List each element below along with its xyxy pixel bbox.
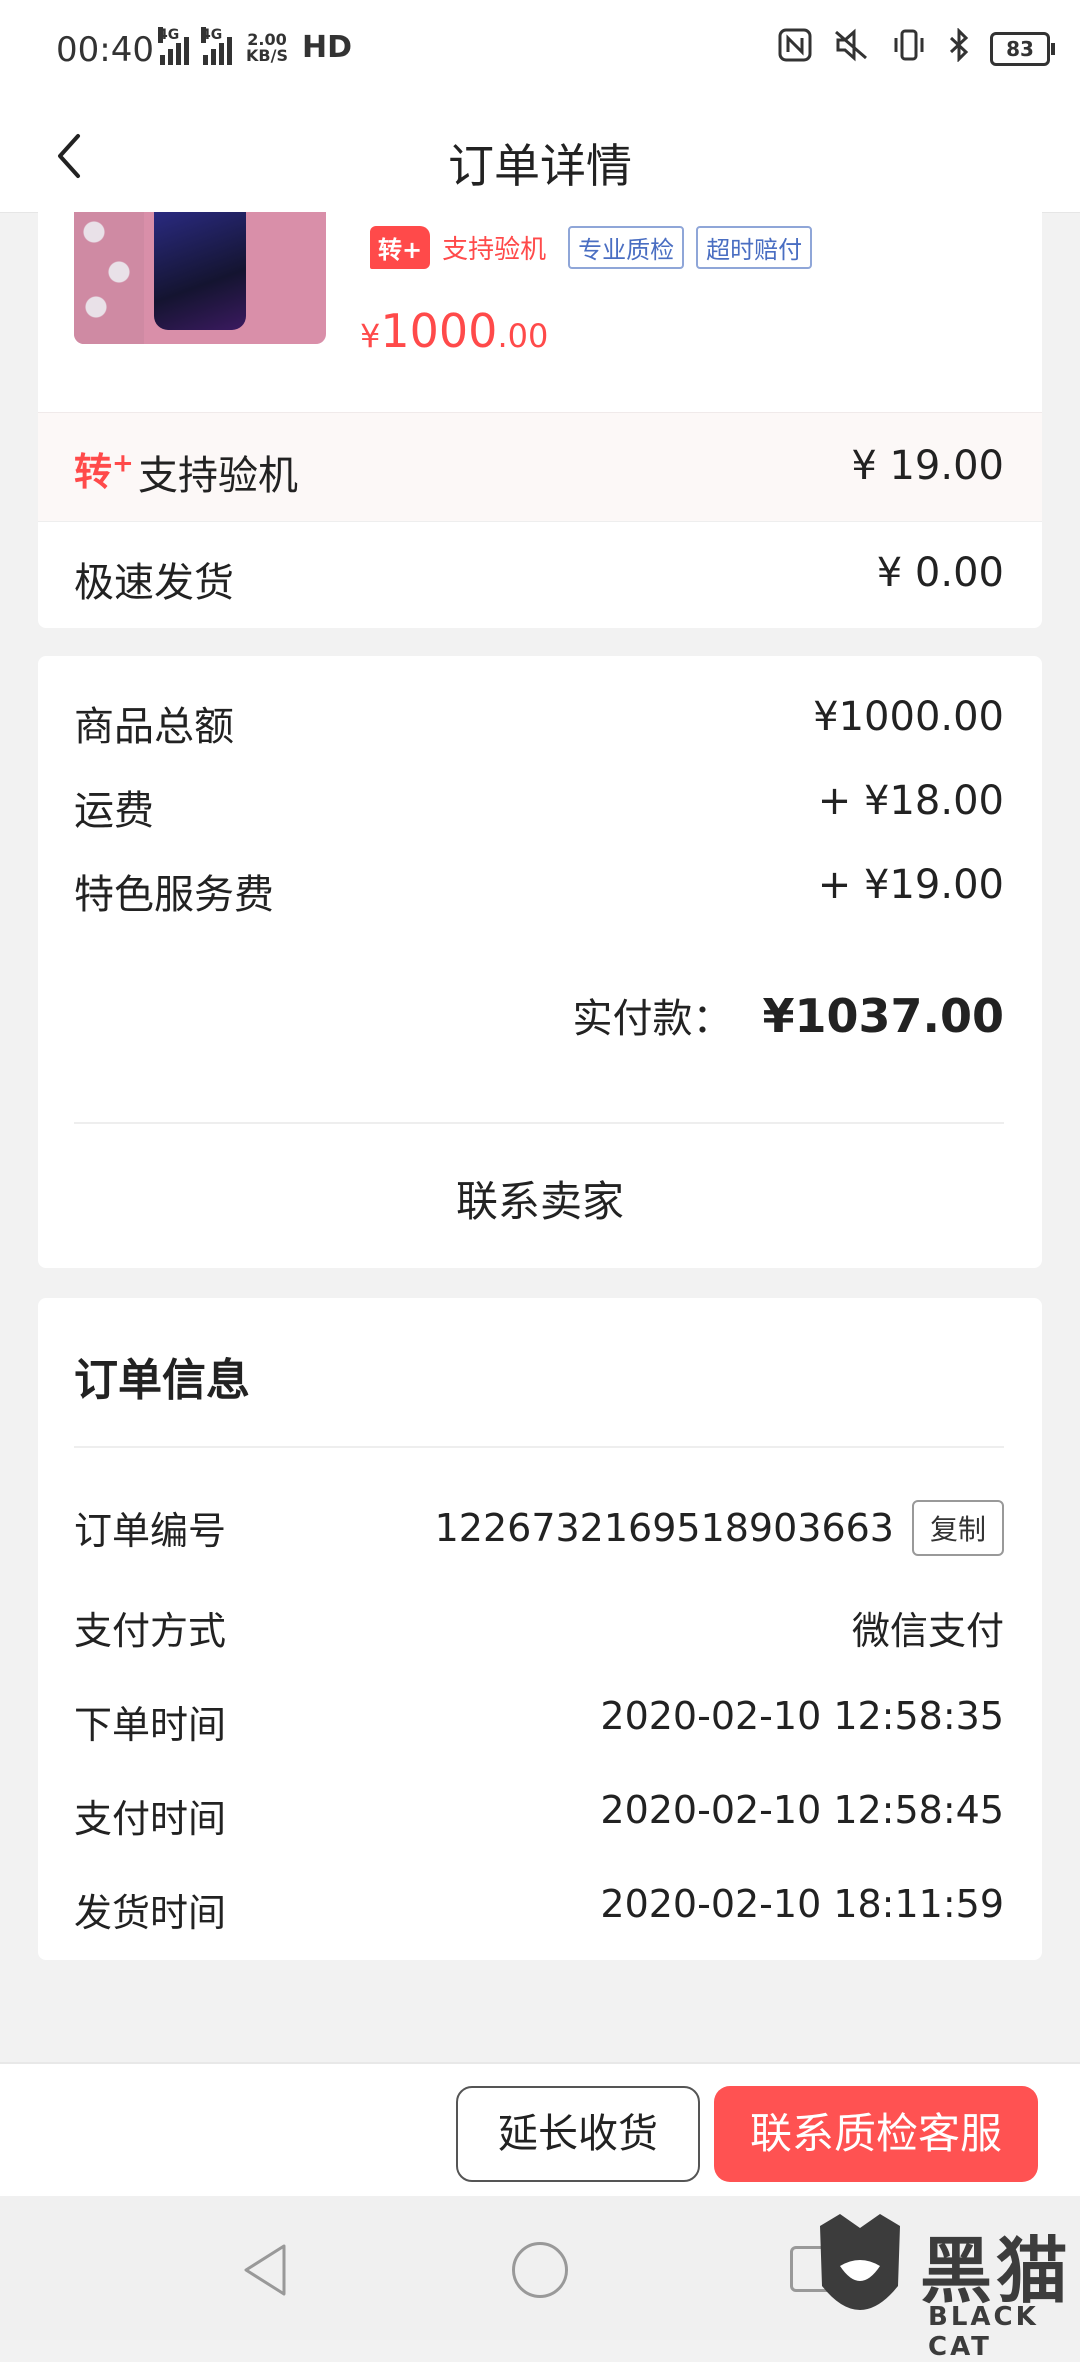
contact-seller-button[interactable]: 联系卖家 bbox=[38, 1168, 1042, 1229]
order-time-row: 下单时间 2020-02-10 12:58:35 bbox=[74, 1694, 1004, 1754]
pay-time-label: 支付时间 bbox=[74, 1797, 227, 1841]
contact-qc-service-button[interactable]: 联系质检客服 bbox=[714, 2086, 1038, 2182]
divider bbox=[74, 1122, 1004, 1124]
extend-receipt-button[interactable]: 延长收货 bbox=[456, 2086, 700, 2182]
watermark-en: BLACK CAT bbox=[928, 2302, 1039, 2362]
order-info-title: 订单信息 bbox=[74, 1355, 250, 1406]
pay-time-row: 支付时间 2020-02-10 12:58:45 bbox=[74, 1788, 1004, 1848]
zhuan-mark: 转+ bbox=[74, 441, 134, 496]
status-bar: 00:40 4G 4G 2.00 KB/S HD 83 bbox=[0, 0, 1080, 100]
product-price: ¥1000.00 bbox=[360, 304, 548, 358]
service-fee-row: 特色服务费 + ¥19.00 bbox=[74, 862, 1004, 922]
network-type-2: 4G bbox=[201, 26, 223, 43]
nav-home-icon[interactable] bbox=[512, 2242, 568, 2298]
thumbnail-phone bbox=[154, 212, 246, 330]
shipping-label: 运费 bbox=[74, 788, 154, 834]
zhuan-badge: 转+ bbox=[370, 226, 431, 269]
order-number-label: 订单编号 bbox=[74, 1509, 227, 1553]
watermark-logo: 黑猫 BLACK CAT bbox=[810, 2206, 1080, 2362]
ship-time-row: 发货时间 2020-02-10 18:11:59 bbox=[74, 1882, 1004, 1942]
status-left-icons: 4G 4G 2.00 KB/S HD bbox=[158, 26, 352, 65]
status-right-icons: 83 bbox=[778, 27, 1055, 70]
battery-icon: 83 bbox=[990, 32, 1055, 66]
inspection-value: ¥ 19.00 bbox=[851, 443, 1004, 489]
divider bbox=[74, 1446, 1004, 1448]
paid-value: ¥1037.00 bbox=[762, 989, 1004, 1043]
product-card: 转+ 支持验机 专业质检 超时赔付 ¥1000.00 转+ 支持验机 ¥ 19.… bbox=[38, 212, 1042, 628]
service-fee-label: 特色服务费 bbox=[74, 872, 274, 918]
network-type-1: 4G bbox=[158, 26, 180, 43]
nav-bar: 订单详情 bbox=[0, 100, 1080, 213]
shipping-row: 运费 + ¥18.00 bbox=[74, 778, 1004, 838]
price-currency: ¥ bbox=[360, 317, 381, 355]
tag-timeout-compensation: 超时赔付 bbox=[696, 226, 813, 269]
status-time: 00:40 bbox=[56, 30, 154, 70]
zhuan-plus: + bbox=[112, 448, 134, 479]
service-row-express: 极速发货 ¥ 0.00 bbox=[38, 520, 1042, 628]
price-summary-card: 商品总额 ¥1000.00 运费 + ¥18.00 特色服务费 + ¥19.00… bbox=[38, 656, 1042, 1268]
shipping-value: + ¥18.00 bbox=[817, 778, 1004, 824]
copy-button[interactable]: 复制 bbox=[911, 1500, 1004, 1556]
order-number-value: 1226732169518903663 bbox=[434, 1506, 894, 1550]
order-info-card: 订单信息 订单编号 1226732169518903663 复制 支付方式 微信支… bbox=[38, 1298, 1042, 1960]
ship-time-label: 发货时间 bbox=[74, 1891, 227, 1935]
goods-total-label: 商品总额 bbox=[74, 704, 234, 750]
order-time-value: 2020-02-10 12:58:35 bbox=[600, 1694, 1004, 1738]
pay-method-row: 支付方式 微信支付 bbox=[74, 1600, 1004, 1660]
paid-amount: 实付款： ¥1037.00 bbox=[572, 986, 1004, 1044]
signal-icon: 4G bbox=[158, 26, 189, 65]
hd-icon: HD bbox=[301, 30, 352, 65]
zhuan-char: 转 bbox=[74, 450, 113, 494]
mute-icon bbox=[832, 28, 870, 70]
nfc-icon bbox=[778, 28, 812, 70]
goods-total-value: ¥1000.00 bbox=[813, 694, 1004, 740]
service-row-inspection: 转+ 支持验机 ¥ 19.00 bbox=[38, 412, 1042, 522]
bottom-action-bar: 延长收货 联系质检客服 bbox=[0, 2062, 1080, 2198]
ship-time-value: 2020-02-10 18:11:59 bbox=[600, 1882, 1004, 1926]
tag-quality-check: 专业质检 bbox=[568, 226, 685, 269]
order-number-group: 1226732169518903663 复制 bbox=[435, 1500, 1004, 1556]
pay-method-value: 微信支付 bbox=[851, 1609, 1004, 1653]
signal-icon-2: 4G bbox=[201, 26, 232, 65]
product-tags: 转+ 支持验机 专业质检 超时赔付 bbox=[370, 226, 813, 269]
product-thumbnail[interactable] bbox=[74, 212, 326, 344]
goods-total-row: 商品总额 ¥1000.00 bbox=[74, 694, 1004, 754]
pay-time-value: 2020-02-10 12:58:45 bbox=[600, 1788, 1004, 1832]
express-label: 极速发货 bbox=[74, 560, 234, 606]
paid-label: 实付款： bbox=[572, 996, 733, 1042]
price-decimal: .00 bbox=[497, 317, 549, 355]
order-time-label: 下单时间 bbox=[74, 1703, 227, 1747]
order-number-row: 订单编号 1226732169518903663 复制 bbox=[74, 1500, 1004, 1560]
thumbnail-background bbox=[74, 212, 144, 344]
bluetooth-icon bbox=[948, 27, 970, 70]
network-speed: 2.00 KB/S bbox=[246, 31, 288, 65]
cat-logo-icon bbox=[820, 2214, 900, 2310]
service-fee-value: + ¥19.00 bbox=[817, 862, 1004, 908]
inspection-label: 支持验机 bbox=[138, 453, 298, 499]
tag-support-inspection: 支持验机 bbox=[442, 235, 547, 265]
speed-unit: KB/S bbox=[246, 45, 288, 65]
price-integer: 1000 bbox=[380, 304, 498, 358]
pay-method-label: 支付方式 bbox=[74, 1609, 227, 1653]
express-value: ¥ 0.00 bbox=[876, 550, 1004, 596]
nav-back-icon[interactable] bbox=[240, 2242, 290, 2302]
vibrate-icon bbox=[890, 28, 928, 70]
page-title: 订单详情 bbox=[448, 139, 632, 193]
